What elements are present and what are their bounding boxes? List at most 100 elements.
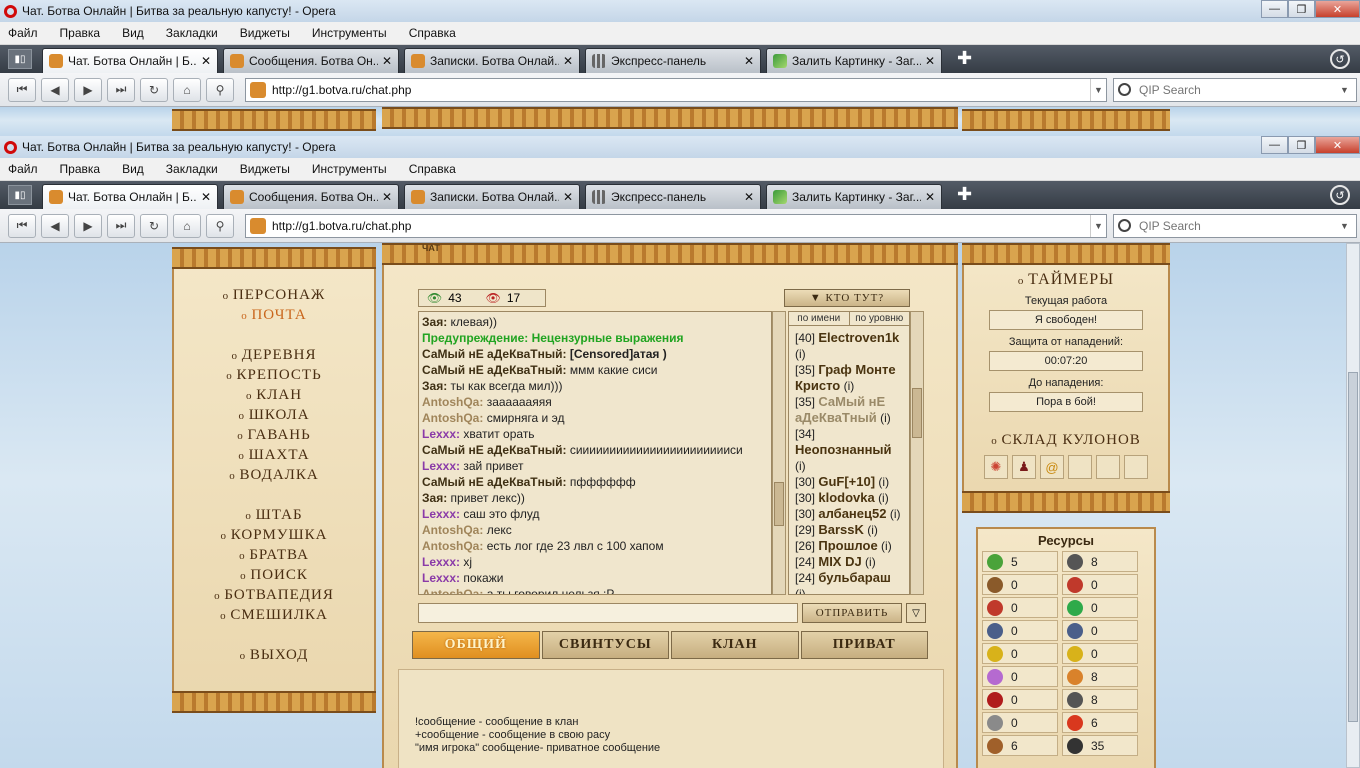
minimize-button[interactable]: —	[1261, 136, 1288, 154]
tab-upload-image[interactable]: Залить Картинку - Заг... ✕	[766, 48, 942, 73]
url-input[interactable]	[272, 82, 1090, 97]
user-info-link[interactable]: (i)	[795, 459, 806, 473]
menu-feeder[interactable]: КОРМУШКА	[174, 525, 374, 545]
tab-close-icon[interactable]: ✕	[925, 190, 935, 204]
users-scrollbar[interactable]	[910, 311, 924, 595]
sort-by-name-button[interactable]: по имени	[789, 312, 849, 325]
address-dropdown-icon[interactable]: ▼	[1090, 78, 1106, 101]
menu-brotherhood[interactable]: БРАТВА	[174, 545, 374, 565]
user-info-link[interactable]: (i)	[795, 347, 806, 361]
current-work-value[interactable]: Я свободен!	[989, 310, 1143, 330]
tab-channel-private[interactable]: ПРИВАТ	[800, 631, 928, 659]
panel-toggle-icon[interactable]: ▮▯	[8, 49, 32, 69]
user-info-link[interactable]: (i)	[867, 523, 878, 537]
tab-close-icon[interactable]: ✕	[744, 54, 754, 68]
closed-tabs-icon[interactable]: ↺	[1330, 185, 1350, 205]
fast-forward-button[interactable]: ⏭	[107, 213, 135, 238]
user-name[interactable]: бульбараш	[818, 570, 890, 585]
menu-file[interactable]: Файл	[8, 26, 38, 40]
menu-fortress[interactable]: КРЕПОСТЬ	[174, 365, 374, 385]
reload-button[interactable]: ↻	[140, 213, 168, 238]
chat-author[interactable]: AntoshQa	[422, 539, 479, 553]
tab-close-icon[interactable]: ✕	[925, 54, 935, 68]
rewind-button[interactable]: ⏮	[8, 213, 36, 238]
search-input[interactable]	[1139, 218, 1340, 233]
user-name[interactable]: GuF[+10]	[818, 474, 875, 489]
filter-icon[interactable]: ▽	[906, 603, 926, 623]
resource-cell[interactable]: 0	[982, 689, 1058, 710]
forward-button[interactable]: ▶	[74, 213, 102, 238]
user-info-link[interactable]: (i)	[795, 587, 806, 594]
tab-close-icon[interactable]: ✕	[744, 190, 754, 204]
user-name[interactable]: Прошлое	[818, 538, 877, 553]
menu-clan[interactable]: КЛАН	[174, 385, 374, 405]
chat-author[interactable]: AntoshQa	[422, 395, 479, 409]
chat-author[interactable]: Зая	[422, 491, 443, 505]
sort-by-level-button[interactable]: по уровню	[848, 312, 910, 325]
menu-mine[interactable]: ШАХТА	[174, 445, 374, 465]
menu-character[interactable]: ПЕРСОНАЖ	[174, 285, 374, 305]
address-bar[interactable]: ▼	[245, 77, 1107, 102]
menu-headquarters[interactable]: ШТАБ	[174, 505, 374, 525]
user-name[interactable]: Неопознанный	[795, 442, 892, 457]
tab-notes[interactable]: Записки. Ботва Онлай... ✕	[404, 48, 580, 73]
chat-author[interactable]: Зая	[422, 315, 443, 329]
user-name[interactable]: Electroven1k	[818, 330, 899, 345]
amulet-empty-slot[interactable]	[1124, 455, 1148, 479]
tab-close-icon[interactable]: ✕	[563, 190, 573, 204]
menu-village[interactable]: ДЕРЕВНЯ	[174, 345, 374, 365]
chat-author[interactable]: AntoshQa	[422, 587, 479, 594]
forward-button[interactable]: ▶	[74, 77, 102, 102]
tab-speed-dial[interactable]: Экспресс-панель ✕	[585, 184, 761, 209]
amulet-sun-icon[interactable]: ✺	[984, 455, 1008, 479]
home-button[interactable]: ⌂	[173, 77, 201, 102]
resource-cell[interactable]: 8	[1062, 666, 1138, 687]
resource-cell[interactable]: 5	[982, 551, 1058, 572]
chat-author[interactable]: Lexxx	[422, 459, 456, 473]
users-scrollbar-thumb[interactable]	[912, 388, 922, 438]
chat-author[interactable]: AntoshQa	[422, 523, 479, 537]
tab-messages[interactable]: Сообщения. Ботва Он... ✕	[223, 48, 399, 73]
user-info-link[interactable]: (i)	[881, 539, 892, 553]
menu-widgets[interactable]: Виджеты	[240, 162, 290, 176]
menu-widgets[interactable]: Виджеты	[240, 26, 290, 40]
chat-author[interactable]: Lexxx	[422, 555, 456, 569]
chat-author[interactable]: Lexxx	[422, 427, 456, 441]
tab-channel-general[interactable]: ОБЩИЙ	[412, 631, 540, 659]
menu-bookmarks[interactable]: Закладки	[166, 162, 218, 176]
chat-author[interactable]: СаМый нЕ аДеКваТный	[422, 475, 563, 489]
menu-help[interactable]: Справка	[409, 162, 456, 176]
search-dropdown-icon[interactable]: ▼	[1340, 221, 1356, 231]
amulet-figure-icon[interactable]: ♟	[1012, 455, 1036, 479]
home-button[interactable]: ⌂	[173, 213, 201, 238]
resource-cell[interactable]: 0	[1062, 643, 1138, 664]
tab-close-icon[interactable]: ✕	[382, 190, 392, 204]
resource-cell[interactable]: 0	[1062, 597, 1138, 618]
resource-cell[interactable]: 0	[1062, 574, 1138, 595]
new-tab-icon[interactable]: ✚	[957, 184, 972, 205]
resource-cell[interactable]: 0	[982, 620, 1058, 641]
address-bar[interactable]: ▼	[245, 213, 1107, 238]
menu-bookmarks[interactable]: Закладки	[166, 26, 218, 40]
search-box[interactable]: ▼	[1113, 213, 1357, 238]
page-scrollbar-thumb[interactable]	[1348, 372, 1358, 722]
user-info-link[interactable]: (i)	[890, 507, 901, 521]
wand-button[interactable]: ⚲	[206, 213, 234, 238]
chat-message-input[interactable]	[418, 603, 798, 623]
resource-cell[interactable]: 35	[1062, 735, 1138, 756]
amulet-empty-slot[interactable]	[1068, 455, 1092, 479]
tab-upload-image[interactable]: Залить Картинку - Заг... ✕	[766, 184, 942, 209]
menu-help[interactable]: Справка	[409, 26, 456, 40]
user-name[interactable]: албанец52	[818, 506, 886, 521]
chat-author[interactable]: СаМый нЕ аДеКваТный	[422, 347, 563, 361]
tab-close-icon[interactable]: ✕	[201, 190, 211, 204]
attack-value[interactable]: Пора в бой!	[989, 392, 1143, 412]
menu-tools[interactable]: Инструменты	[312, 26, 387, 40]
tab-channel-svintusy[interactable]: СВИНТУСЫ	[541, 631, 669, 659]
tab-close-icon[interactable]: ✕	[201, 54, 211, 68]
resource-cell[interactable]: 0	[982, 597, 1058, 618]
address-dropdown-icon[interactable]: ▼	[1090, 214, 1106, 237]
tab-channel-clan[interactable]: КЛАН	[671, 631, 799, 659]
tab-notes[interactable]: Записки. Ботва Онлай... ✕	[404, 184, 580, 209]
user-info-link[interactable]: (i)	[865, 555, 876, 569]
